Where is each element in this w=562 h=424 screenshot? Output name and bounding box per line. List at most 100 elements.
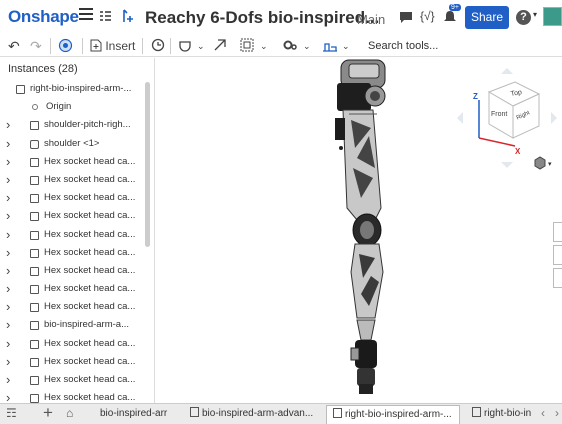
tree-item[interactable]: › Hex socket head ca...	[0, 262, 150, 280]
insert-label: Insert	[105, 39, 136, 53]
tree-item[interactable]: › shoulder-pitch-righ...	[0, 116, 150, 134]
insert-button[interactable]: Insert	[90, 38, 135, 54]
features-list-icon[interactable]	[98, 9, 112, 23]
refresh-icon[interactable]	[58, 38, 73, 54]
chevron-right-icon[interactable]: ›	[6, 171, 14, 189]
tab-0[interactable]: bio-inspired-arr	[88, 405, 176, 424]
chevron-down-icon[interactable]: ⌄	[303, 38, 311, 54]
workspace-name[interactable]: Main	[357, 12, 385, 27]
add-tab-button[interactable]: +	[43, 403, 53, 423]
tab-1[interactable]: bio-inspired-arm-advan...	[184, 405, 320, 424]
chevron-right-icon[interactable]: ›	[6, 207, 14, 225]
tree-item[interactable]: › Hex socket head ca...	[0, 244, 150, 262]
notifications-icon[interactable]	[444, 10, 456, 24]
variables-icon[interactable]: {√}	[420, 9, 435, 23]
chevron-right-icon[interactable]: ›	[6, 335, 14, 353]
chevron-down-icon[interactable]: ⌄	[342, 38, 350, 54]
part-icon	[30, 139, 39, 149]
chevron-right-icon[interactable]: ›	[6, 244, 14, 262]
chevron-right-icon[interactable]: ›	[6, 353, 14, 371]
tree-item[interactable]: › Hex socket head ca...	[0, 298, 150, 316]
chevron-right-icon[interactable]: ›	[6, 189, 14, 207]
tree-item-label: Origin	[46, 101, 72, 113]
tree-item[interactable]: › Hex socket head ca...	[0, 280, 150, 298]
revolute-mate-icon[interactable]	[213, 38, 227, 54]
search-tools-input[interactable]: Search tools... ⌥ C	[364, 37, 460, 71]
chevron-right-icon[interactable]: ›	[6, 116, 14, 134]
tree-item[interactable]: › Hex socket head ca...	[0, 153, 150, 171]
tree-item[interactable]: › Hex socket head ca...	[0, 226, 150, 244]
chevron-right-icon[interactable]: ›	[6, 389, 14, 403]
pattern-icon[interactable]	[240, 38, 256, 54]
document-title[interactable]: Reachy 6-Dofs bio-inspired...	[145, 8, 379, 28]
tree-item[interactable]: › Hex socket head ca...	[0, 353, 150, 371]
document-thumbnail[interactable]	[543, 7, 562, 26]
redo-icon[interactable]: ↷	[30, 38, 42, 54]
instances-panel: Instances (28) right-bio-inspired-arm-..…	[0, 58, 155, 403]
tree-item[interactable]: › shoulder <1>	[0, 135, 150, 153]
explode-view-icon[interactable]	[322, 38, 338, 54]
panel-title: Instances (28)	[8, 63, 78, 75]
tree-item[interactable]: › bio-inspired-arm-a...	[0, 316, 150, 334]
chevron-right-icon[interactable]: ›	[6, 135, 14, 153]
chevron-right-icon[interactable]: ›	[6, 298, 14, 316]
undo-icon[interactable]: ↶	[8, 38, 20, 54]
chevron-right-icon[interactable]: ›	[6, 280, 14, 298]
tree-item[interactable]: › Hex socket head ca...	[0, 335, 150, 353]
tree-item-label: shoulder <1>	[44, 137, 100, 149]
chevron-right-icon[interactable]: ›	[6, 262, 14, 280]
screw-icon	[30, 212, 39, 222]
graphics-viewport[interactable]: Top Front Right Z X ▾	[156, 58, 562, 403]
panel-scrollbar[interactable]	[145, 82, 150, 247]
view-options-icon[interactable]: ▾	[533, 156, 555, 170]
home-icon[interactable]: ⌂	[66, 406, 73, 420]
assembly-icon	[190, 407, 199, 417]
chevron-right-icon[interactable]: ›	[6, 371, 14, 389]
chevron-right-icon[interactable]: ›	[6, 153, 14, 171]
cube-front-label: Front	[491, 111, 507, 118]
bom-panel-icon[interactable]	[553, 245, 562, 265]
mate-connector-icon[interactable]	[151, 38, 165, 54]
tree-item[interactable]: › Hex socket head ca...	[0, 371, 150, 389]
tab-manager-icon[interactable]: ☶	[6, 406, 17, 420]
tree-item[interactable]: Origin	[0, 98, 150, 116]
share-button[interactable]: Share	[465, 6, 509, 29]
properties-panel-icon[interactable]	[553, 268, 562, 288]
search-tools-label: Search tools...	[368, 40, 439, 52]
menu-icon[interactable]	[79, 8, 93, 22]
toolbar	[0, 35, 562, 57]
tree-item-label: Hex socket head ca...	[44, 155, 136, 167]
tree-item[interactable]: › Hex socket head ca...	[0, 389, 150, 403]
view-cube[interactable]: Top Front Right Z X	[455, 66, 559, 170]
tree-item-label: shoulder-pitch-righ...	[44, 119, 131, 131]
chevron-down-icon[interactable]: ▾	[533, 10, 537, 19]
tab-3[interactable]: right-bio-in	[466, 405, 540, 424]
axis-x-label: X	[515, 147, 521, 156]
chevron-right-icon[interactable]: ›	[6, 316, 14, 334]
tab-2[interactable]: right-bio-inspired-arm-...	[326, 405, 460, 424]
tree-item-label: Hex socket head ca...	[44, 264, 136, 276]
comments-icon[interactable]	[399, 11, 413, 23]
gear-icon[interactable]	[282, 38, 298, 54]
fastened-mate-icon[interactable]	[178, 38, 192, 54]
tree-item[interactable]: › Hex socket head ca...	[0, 171, 150, 189]
chevron-right-icon[interactable]: ›	[6, 226, 14, 244]
tree-item[interactable]: › Hex socket head ca...	[0, 189, 150, 207]
scroll-right-icon[interactable]: ›	[555, 406, 559, 420]
help-icon[interactable]: ?	[516, 10, 531, 25]
tree-item-label: Hex socket head ca...	[44, 355, 136, 367]
chevron-down-icon[interactable]: ⌄	[197, 38, 205, 54]
add-tab-icon[interactable]	[119, 8, 135, 24]
tree-item[interactable]: right-bio-inspired-arm-...	[0, 80, 150, 98]
scroll-left-icon[interactable]: ‹	[541, 406, 545, 420]
axis-z-label: Z	[473, 92, 478, 101]
robot-arm-model[interactable]	[321, 58, 421, 403]
tree-item[interactable]: › Hex socket head ca...	[0, 207, 150, 225]
chevron-down-icon[interactable]: ⌄	[260, 38, 268, 54]
appearance-panel-icon[interactable]	[553, 222, 562, 242]
assembly-icon	[16, 85, 25, 94]
assembly-icon	[30, 321, 39, 331]
screw-icon	[30, 157, 39, 167]
onshape-logo[interactable]: Onshape	[8, 7, 79, 27]
tab-label: right-bio-in	[484, 408, 532, 419]
